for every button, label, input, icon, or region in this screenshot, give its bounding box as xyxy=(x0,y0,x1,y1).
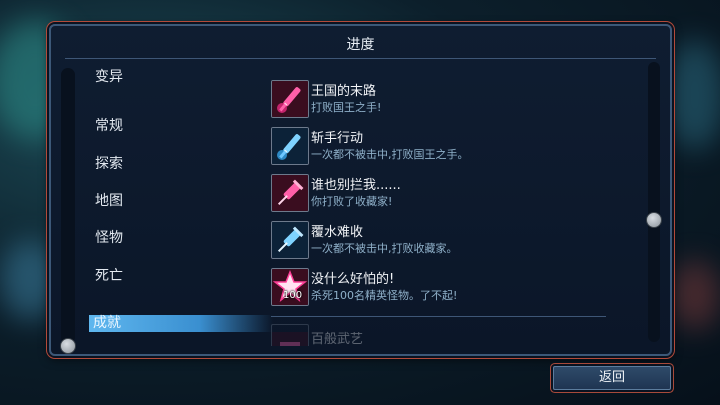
progress-panel: 进度 变异 常规 探索 地图 怪物 死亡 成就 王国的末路 打败国王之手! 斩手… xyxy=(49,24,672,356)
category-mutations[interactable]: 变异 xyxy=(95,66,123,86)
achievement-name: 覆水难收 xyxy=(311,225,364,240)
partial-icon xyxy=(271,324,309,346)
category-achievements[interactable]: 成就 xyxy=(89,315,273,332)
achievement-scrollbar[interactable] xyxy=(646,62,662,342)
achievement-item[interactable]: 100 没什么好怕的! 杀死100名精英怪物。了不起! xyxy=(271,268,631,308)
achievement-description: 你打败了收藏家! xyxy=(311,195,393,208)
achievement-item[interactable]: 斩手行动 一次都不被击中,打败国王之手。 xyxy=(271,127,631,167)
pink-syringe-icon xyxy=(271,80,309,118)
achievement-description: 一次都不被击中,打败国王之手。 xyxy=(311,148,469,161)
achievement-item[interactable]: 王国的末路 打败国王之手! xyxy=(271,80,631,120)
blue-syringe-needle-icon xyxy=(271,221,309,259)
achievement-item[interactable]: 谁也别拦我...... 你打败了收藏家! xyxy=(271,174,631,214)
achievement-badge: 100 xyxy=(283,290,303,301)
category-scroll-knob[interactable] xyxy=(60,338,76,354)
achievement-description: 一次都不被击中,打败收藏家。 xyxy=(311,242,458,255)
blue-syringe-icon xyxy=(271,127,309,165)
pink-syringe-needle-icon xyxy=(271,174,309,212)
achievement-name: 斩手行动 xyxy=(311,131,364,146)
achievement-description: 打败国王之手! xyxy=(311,101,382,114)
achievement-list: 王国的末路 打败国王之手! 斩手行动 一次都不被击中,打败国王之手。 谁也别拦我… xyxy=(271,26,641,354)
achievement-description: 杀死100名精英怪物。了不起! xyxy=(311,289,458,302)
achievement-name: 没什么好怕的! xyxy=(311,272,395,287)
back-button[interactable]: 返回 xyxy=(553,366,671,390)
background-glow xyxy=(665,40,720,150)
list-divider xyxy=(271,316,606,317)
achievement-item[interactable]: 百般武艺 xyxy=(271,324,631,346)
category-list: 变异 常规 探索 地图 怪物 死亡 成就 xyxy=(89,26,279,354)
category-general[interactable]: 常规 xyxy=(95,115,123,135)
category-monsters[interactable]: 怪物 xyxy=(95,227,123,247)
achievement-item[interactable]: 覆水难收 一次都不被击中,打败收藏家。 xyxy=(271,221,631,261)
category-exploration[interactable]: 探索 xyxy=(95,153,123,173)
category-scrollbar[interactable] xyxy=(60,68,76,354)
category-deaths[interactable]: 死亡 xyxy=(95,265,123,285)
category-map[interactable]: 地图 xyxy=(95,190,123,210)
background-glow xyxy=(670,260,720,330)
achievement-name: 王国的末路 xyxy=(311,84,377,99)
achievement-name: 百般武艺 xyxy=(311,332,364,346)
achievement-scroll-knob[interactable] xyxy=(646,212,662,228)
achievement-name: 谁也别拦我...... xyxy=(311,178,401,193)
